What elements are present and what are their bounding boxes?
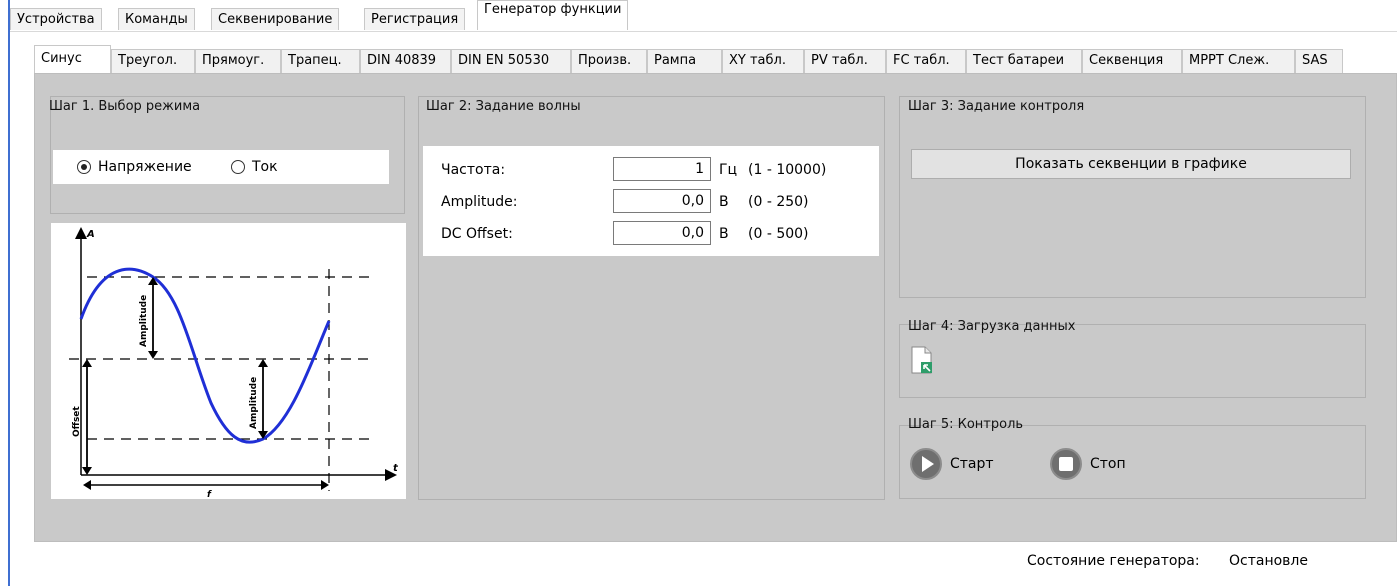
amplitude-label-2: Amplitude [249, 377, 259, 429]
mode-selector: Напряжение Ток [53, 150, 389, 184]
subtab-din40839[interactable]: DIN 40839 [360, 49, 451, 73]
radio-current-label: Ток [252, 159, 278, 175]
amplitude-unit: В [719, 194, 729, 210]
period-f-label: f [207, 490, 212, 499]
step3-group [899, 96, 1366, 298]
load-data-icon[interactable] [911, 346, 933, 378]
subtab-rectangle[interactable]: Прямоуг. [195, 49, 281, 73]
subtab-mppt-tracking[interactable]: MPPT Слеж. [1182, 49, 1295, 73]
step5-title: Шаг 5: Контроль [908, 417, 1024, 432]
start-label: Старт [950, 456, 994, 472]
stop-button[interactable]: Стоп [1050, 448, 1126, 480]
step4-group [899, 324, 1366, 398]
radio-voltage-label: Напряжение [98, 159, 192, 175]
window-left-border [8, 0, 10, 586]
subtab-arbitrary[interactable]: Произв. [571, 49, 647, 73]
amplitude-label-1: Amplitude [139, 295, 149, 347]
frequency-label: Частота: [441, 162, 506, 178]
subtab-sine[interactable]: Синус [34, 45, 111, 73]
amplitude-label: Amplitude: [441, 194, 518, 210]
show-sequences-button[interactable]: Показать секвенции в графике [911, 149, 1351, 179]
dc-offset-input[interactable]: 0,0 [613, 221, 711, 245]
generator-status-label: Состояние генератора: [1027, 553, 1200, 569]
subtab-din-en-50530[interactable]: DIN EN 50530 [451, 49, 571, 73]
tab-devices[interactable]: Устройства [10, 8, 102, 30]
dc-offset-range: (0 - 500) [748, 226, 809, 242]
step4-title: Шаг 4: Загрузка данных [908, 319, 1076, 334]
frequency-range: (1 - 10000) [748, 162, 827, 178]
subtab-fc-table[interactable]: FC табл. [886, 49, 966, 73]
stop-label: Стоп [1090, 456, 1126, 472]
subtab-ramp[interactable]: Рампа [647, 49, 722, 73]
step2-title: Шаг 2: Задание волны [426, 99, 581, 114]
radio-current[interactable]: Ток [231, 159, 278, 175]
step3-title: Шаг 3: Задание контроля [908, 99, 1085, 114]
subtab-xy-table[interactable]: XY табл. [722, 49, 804, 73]
amplitude-input[interactable]: 0,0 [613, 189, 711, 213]
sine-curve [79, 267, 331, 444]
axis-a-label: A [86, 229, 95, 240]
tab-sequencing[interactable]: Секвенирование [211, 8, 340, 30]
axis-t-label: t [393, 463, 399, 474]
subtab-sequence[interactable]: Секвенция [1082, 49, 1182, 73]
tab-commands[interactable]: Команды [118, 8, 195, 30]
subtab-pv-table[interactable]: PV табл. [804, 49, 886, 73]
wave-settings: Частота: 1 Гц (1 - 10000) Amplitude: 0,0… [423, 146, 879, 256]
sine-panel: Шаг 1. Выбор режима Напряжение Ток A t A… [34, 73, 1397, 542]
subtab-trapezoid[interactable]: Трапец. [281, 49, 360, 73]
frequency-unit: Гц [719, 162, 738, 178]
start-button[interactable]: Старт [910, 448, 994, 480]
dc-offset-label: DC Offset: [441, 226, 513, 242]
offset-label: Offset [72, 406, 82, 437]
top-tabs-divider [10, 31, 1397, 32]
radio-voltage[interactable]: Напряжение [77, 159, 192, 175]
stop-icon [1050, 448, 1082, 480]
generator-status-value: Остановле [1229, 553, 1308, 569]
sine-wave-illustration: A t Amplitude Amplitude Offset f [69, 227, 399, 500]
tab-registration[interactable]: Регистрация [364, 8, 466, 30]
frequency-input[interactable]: 1 [613, 157, 711, 181]
step1-title: Шаг 1. Выбор режима [49, 99, 201, 114]
sine-wave-diagram: A t Amplitude Amplitude Offset f [51, 223, 406, 500]
play-icon [910, 448, 942, 480]
tab-function-generator[interactable]: Генератор функции [477, 0, 629, 30]
dc-offset-unit: В [719, 226, 729, 242]
radio-current-indicator[interactable] [231, 160, 245, 174]
subtab-sas[interactable]: SAS [1295, 49, 1343, 73]
subtab-triangle[interactable]: Треугол. [111, 49, 195, 73]
radio-voltage-indicator[interactable] [77, 160, 91, 174]
amplitude-range: (0 - 250) [748, 194, 809, 210]
subtab-battery-test[interactable]: Тест батареи [966, 49, 1082, 73]
top-tab-bar: Устройства Команды Секвенирование Регист… [10, 0, 1397, 32]
